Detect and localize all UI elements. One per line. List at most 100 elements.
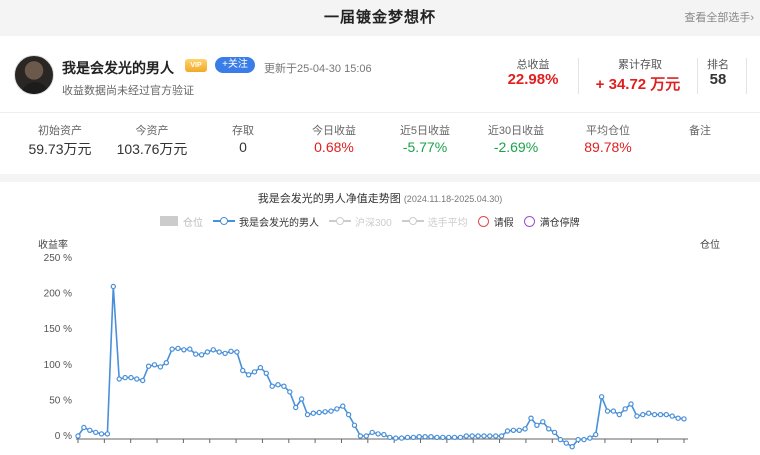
data-point bbox=[298, 396, 305, 402]
data-point bbox=[469, 433, 475, 439]
data-point bbox=[175, 345, 181, 352]
data-point bbox=[134, 376, 140, 382]
view-all-players-link[interactable]: 查看全部选手› bbox=[684, 9, 754, 25]
net-value-chart[interactable]: 0 % 50 % 100 % 150 % 200 % 250 % bbox=[0, 182, 760, 455]
data-point bbox=[610, 408, 617, 414]
data-point bbox=[116, 376, 122, 382]
data-point bbox=[593, 431, 599, 438]
cumulative-deposit-value: + 34.72 万元 bbox=[595, 76, 681, 93]
rank-label: 排名 bbox=[707, 59, 729, 71]
data-point bbox=[375, 431, 381, 437]
data-point bbox=[398, 435, 405, 441]
data-point bbox=[351, 422, 358, 428]
data-point bbox=[616, 411, 623, 418]
data-point bbox=[528, 415, 534, 421]
data-point bbox=[569, 444, 575, 450]
data-point bbox=[463, 433, 469, 439]
data-point bbox=[598, 394, 605, 400]
data-point bbox=[681, 416, 687, 422]
data-point bbox=[475, 433, 481, 439]
data-point bbox=[628, 401, 634, 407]
data-point bbox=[222, 350, 228, 357]
data-point bbox=[651, 411, 658, 418]
data-point bbox=[487, 433, 493, 439]
five-day-return-label: 近5日收益 bbox=[399, 125, 451, 137]
data-point bbox=[675, 415, 681, 421]
data-point bbox=[122, 374, 128, 381]
data-point bbox=[251, 369, 258, 375]
cumulative-deposit-label: 累计存取 bbox=[618, 59, 662, 71]
data-point bbox=[228, 348, 234, 354]
data-point bbox=[210, 347, 216, 353]
deposit-value: 0 bbox=[239, 139, 247, 155]
data-point bbox=[181, 347, 187, 353]
data-point bbox=[234, 349, 240, 355]
y-tick-label: 250 % bbox=[44, 253, 72, 264]
initial-assets-label: 初始资产 bbox=[38, 125, 82, 137]
current-assets-value: 103.76万元 bbox=[116, 141, 188, 157]
data-point bbox=[257, 364, 264, 371]
deposit-label: 存取 bbox=[232, 125, 254, 137]
data-point bbox=[504, 428, 511, 434]
data-point bbox=[145, 363, 152, 369]
data-point bbox=[563, 440, 570, 446]
data-point bbox=[81, 424, 87, 431]
data-point bbox=[87, 427, 93, 433]
data-point bbox=[410, 434, 417, 441]
data-point bbox=[440, 434, 446, 441]
data-point bbox=[334, 406, 340, 412]
y-tick-label: 200 % bbox=[44, 289, 72, 300]
data-point bbox=[540, 419, 546, 425]
data-point bbox=[557, 436, 564, 443]
data-point bbox=[669, 413, 675, 419]
series-line-player bbox=[77, 285, 685, 448]
total-return-value: 22.98% bbox=[507, 71, 559, 88]
data-point bbox=[345, 411, 352, 418]
data-point bbox=[75, 433, 81, 439]
player-card: 我是会发光的男人 VIP +关注 更新于25-04-30 15:06 收益数据尚… bbox=[0, 36, 760, 174]
data-point bbox=[92, 429, 99, 436]
data-point bbox=[357, 433, 364, 439]
data-point bbox=[663, 411, 670, 418]
data-point bbox=[281, 383, 287, 389]
data-point bbox=[128, 374, 134, 381]
data-point bbox=[192, 351, 199, 357]
data-point bbox=[516, 427, 523, 433]
data-point bbox=[198, 352, 205, 358]
data-point bbox=[275, 381, 281, 388]
data-point bbox=[187, 346, 193, 352]
chart-panel: 我是会发光的男人净值走势图 (2024.11.18-2025.04.30) 仓位… bbox=[0, 182, 760, 455]
verification-note: 收益数据尚未经过官方验证 bbox=[62, 85, 194, 97]
data-point bbox=[393, 435, 399, 441]
data-point bbox=[322, 409, 328, 415]
data-point bbox=[104, 431, 111, 437]
rank-value: 58 bbox=[709, 71, 727, 88]
initial-assets-value: 59.73万元 bbox=[28, 141, 92, 157]
data-point bbox=[287, 389, 293, 395]
total-return-label: 总收益 bbox=[516, 59, 550, 71]
avatar[interactable] bbox=[14, 55, 54, 95]
data-point bbox=[293, 404, 299, 411]
data-point bbox=[546, 426, 552, 432]
follow-button[interactable]: +关注 bbox=[215, 57, 255, 73]
data-point bbox=[428, 433, 434, 440]
data-point bbox=[575, 436, 581, 443]
data-point bbox=[446, 434, 452, 441]
data-point bbox=[422, 433, 428, 440]
data-point bbox=[451, 434, 458, 441]
data-point bbox=[157, 364, 164, 370]
data-point bbox=[381, 431, 387, 438]
data-point bbox=[169, 346, 175, 352]
data-point bbox=[551, 429, 558, 436]
data-point bbox=[640, 411, 646, 418]
data-point bbox=[139, 377, 146, 384]
data-point bbox=[163, 359, 169, 366]
player-name[interactable]: 我是会发光的男人 bbox=[62, 58, 174, 78]
data-point bbox=[340, 403, 346, 409]
today-return-label: 今日收益 bbox=[312, 125, 356, 137]
data-point bbox=[481, 433, 487, 439]
y-tick-label: 50 % bbox=[49, 395, 72, 406]
data-point bbox=[310, 410, 316, 416]
data-point bbox=[510, 427, 517, 433]
data-point bbox=[581, 436, 587, 443]
